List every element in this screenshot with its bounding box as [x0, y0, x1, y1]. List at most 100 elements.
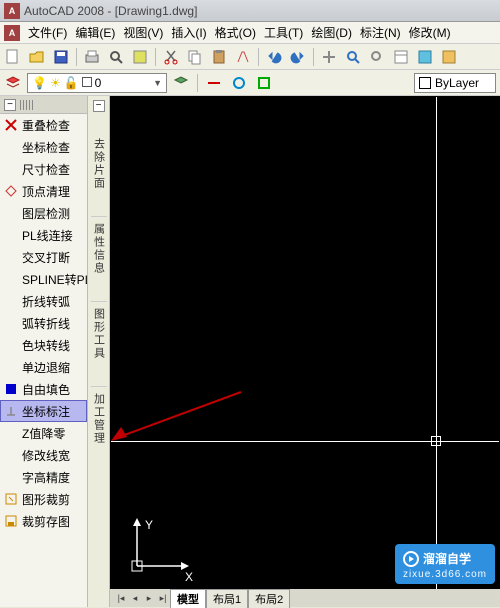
window-title: AutoCAD 2008 - [Drawing1.dwg] — [24, 4, 197, 18]
tab-layout2[interactable]: 布局2 — [248, 589, 290, 608]
tool-b[interactable] — [438, 46, 460, 68]
menubar: A 文件(F) 编辑(E) 视图(V) 插入(I) 格式(O) 工具(T) 绘图… — [0, 22, 500, 44]
layer-manager-button[interactable] — [2, 72, 24, 94]
properties-button[interactable] — [390, 46, 412, 68]
tool-item-5[interactable]: PL线连接 — [0, 224, 87, 246]
tool-item-6[interactable]: 交叉打断 — [0, 246, 87, 268]
menu-tools[interactable]: 工具(T) — [260, 24, 307, 41]
watermark: 溜溜自学 zixue.3d66.com — [395, 544, 495, 584]
vlabel-1[interactable]: 属性信息 — [91, 216, 107, 281]
paste-button[interactable] — [208, 46, 230, 68]
save-icon — [4, 514, 18, 528]
tool-item-label: 重叠检查 — [22, 117, 70, 134]
tool-item-label: 折线转弧 — [22, 293, 70, 310]
color-combo[interactable]: ByLayer — [414, 73, 496, 93]
collapse-button[interactable]: − — [4, 99, 16, 111]
tool-item-label: 裁剪存图 — [22, 513, 70, 530]
tool-item-label: 交叉打断 — [22, 249, 70, 266]
tool-item-17[interactable]: 图形裁剪 — [0, 488, 87, 510]
tool-item-14[interactable]: Z值降零 — [0, 422, 87, 444]
redo-button[interactable] — [287, 46, 309, 68]
lock-icon: 🔓 — [64, 76, 79, 90]
vlabel-0[interactable]: 去除片面 — [91, 132, 107, 196]
open-button[interactable] — [26, 46, 48, 68]
vlabel-2[interactable]: 图形工具 — [91, 301, 107, 366]
print-button[interactable] — [81, 46, 103, 68]
tool-item-label: 单边退缩 — [22, 359, 70, 376]
blank-icon — [4, 294, 18, 308]
sun-icon: ☀ — [50, 76, 61, 90]
menu-view[interactable]: 视图(V) — [119, 24, 167, 41]
layer-tool-b[interactable] — [228, 72, 250, 94]
app-icon: A — [4, 3, 20, 19]
blank-icon — [4, 228, 18, 242]
tool-item-3[interactable]: 顶点清理 — [0, 180, 87, 202]
layer-tool-a[interactable] — [203, 72, 225, 94]
tool-item-11[interactable]: 单边退缩 — [0, 356, 87, 378]
tool-item-12[interactable]: 自由填色 — [0, 378, 87, 400]
tool-item-1[interactable]: 坐标检查 — [0, 136, 87, 158]
publish-button[interactable] — [129, 46, 151, 68]
menu-modify[interactable]: 修改(M) — [405, 24, 455, 41]
marker-icon — [4, 404, 18, 418]
tool-item-18[interactable]: 裁剪存图 — [0, 510, 87, 532]
grip-icon[interactable] — [20, 100, 34, 110]
tab-nav-last[interactable]: ▸| — [156, 591, 170, 605]
tool-item-15[interactable]: 修改线宽 — [0, 444, 87, 466]
tool-item-9[interactable]: 弧转折线 — [0, 312, 87, 334]
bulb-icon: 💡 — [32, 76, 47, 90]
pan-button[interactable] — [318, 46, 340, 68]
menu-file[interactable]: 文件(F) — [24, 24, 71, 41]
layer-prev-button[interactable] — [170, 72, 192, 94]
match-button[interactable] — [232, 46, 254, 68]
menu-insert[interactable]: 插入(I) — [167, 24, 210, 41]
tool-item-label: Z值降零 — [22, 425, 65, 442]
tool-a[interactable] — [414, 46, 436, 68]
zoom-button[interactable] — [342, 46, 364, 68]
layer-name: 0 — [95, 76, 102, 90]
menu-edit[interactable]: 编辑(E) — [71, 24, 119, 41]
cut-button[interactable] — [160, 46, 182, 68]
tab-model[interactable]: 模型 — [170, 589, 206, 608]
tab-nav-prev[interactable]: ◂ — [128, 591, 142, 605]
strip-collapse-button[interactable]: − — [93, 100, 105, 112]
layer-toolbar: 💡 ☀ 🔓 0 ▼ ByLayer — [0, 70, 500, 96]
tool-item-label: 坐标标注 — [22, 403, 70, 420]
tool-item-7[interactable]: SPLINE转PL — [0, 268, 87, 290]
new-button[interactable] — [2, 46, 24, 68]
tool-item-4[interactable]: 图层检测 — [0, 202, 87, 224]
doc-icon[interactable]: A — [4, 25, 20, 41]
layer-tool-c[interactable] — [253, 72, 275, 94]
tab-nav-first[interactable]: |◂ — [114, 591, 128, 605]
blank-icon — [4, 316, 18, 330]
tool-item-10[interactable]: 色块转线 — [0, 334, 87, 356]
tool-item-2[interactable]: 尺寸检查 — [0, 158, 87, 180]
vlabel-3[interactable]: 加工管理 — [91, 386, 107, 451]
layer-combo[interactable]: 💡 ☀ 🔓 0 ▼ — [27, 73, 167, 93]
save-button[interactable] — [50, 46, 72, 68]
tool-item-16[interactable]: 字高精度 — [0, 466, 87, 488]
drawing-area[interactable]: Y X 溜溜自学 z — [110, 96, 500, 607]
tool-item-13[interactable]: 坐标标注 — [0, 400, 87, 422]
palette-header: − — [0, 96, 87, 114]
annotation-arrow — [111, 387, 251, 447]
tool-item-0[interactable]: 重叠检查 — [0, 114, 87, 136]
preview-button[interactable] — [105, 46, 127, 68]
tab-nav-next[interactable]: ▸ — [142, 591, 156, 605]
tool-item-8[interactable]: 折线转弧 — [0, 290, 87, 312]
blank-icon — [4, 162, 18, 176]
separator — [313, 48, 314, 66]
pickbox — [431, 436, 441, 446]
crosshair-vertical — [436, 97, 437, 590]
zoom-prev-button[interactable] — [366, 46, 388, 68]
menu-draw[interactable]: 绘图(D) — [307, 24, 356, 41]
menu-format[interactable]: 格式(O) — [211, 24, 260, 41]
tab-layout1[interactable]: 布局1 — [206, 589, 248, 608]
menu-dim[interactable]: 标注(N) — [356, 24, 405, 41]
separator — [197, 74, 198, 92]
blank-icon — [4, 250, 18, 264]
blank-icon — [4, 448, 18, 462]
copy-button[interactable] — [184, 46, 206, 68]
undo-button[interactable] — [263, 46, 285, 68]
blank-icon — [4, 360, 18, 374]
